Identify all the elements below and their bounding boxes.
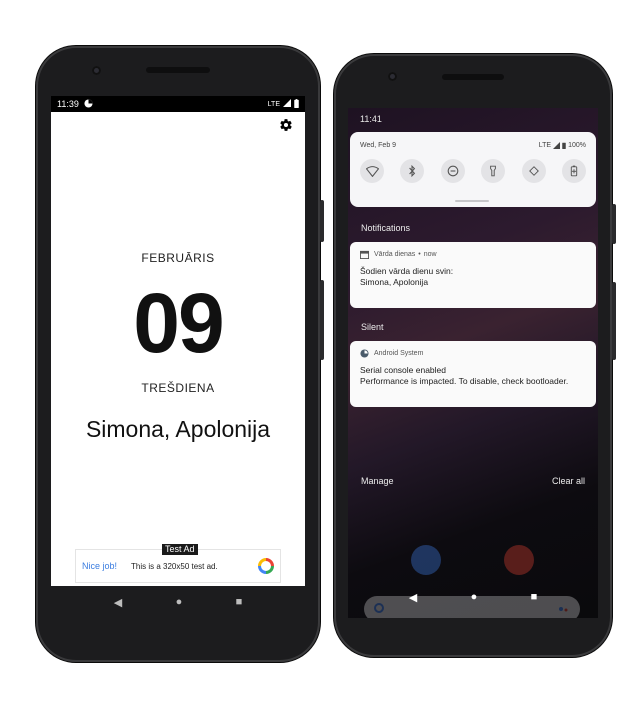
flashlight-tile-icon[interactable] <box>481 159 506 183</box>
status-time: 11:41 <box>360 114 382 124</box>
quick-settings-panel: Wed, Feb 9 LTE 100% <box>350 132 596 207</box>
ad-logo-icon <box>258 558 274 574</box>
notification-actions: Manage Clear all <box>361 476 585 486</box>
notification-time: now <box>423 251 437 258</box>
notification-app-name: Vārda dienas <box>374 251 416 258</box>
power-button <box>612 204 616 244</box>
android-system-icon <box>360 349 369 358</box>
earpiece-speaker <box>442 74 504 80</box>
navigation-bar: ◀ ● ■ <box>51 586 305 618</box>
back-icon[interactable]: ◀ <box>114 596 122 609</box>
messages-app-icon <box>411 545 441 575</box>
notifications-header: Notifications <box>361 223 411 233</box>
do-not-disturb-tile-icon[interactable] <box>440 159 465 183</box>
recents-icon[interactable]: ■ <box>531 591 538 603</box>
home-icon[interactable]: ● <box>471 591 478 603</box>
power-button <box>320 200 324 242</box>
front-camera <box>388 72 397 81</box>
earpiece-speaker <box>146 67 210 73</box>
battery-saver-tile-icon[interactable] <box>561 159 586 183</box>
back-icon[interactable]: ◀ <box>409 591 417 604</box>
bluetooth-tile-icon[interactable] <box>400 159 425 183</box>
ad-nice-job: Nice job! <box>82 561 118 571</box>
battery-icon <box>294 98 299 110</box>
system-notification-title: Serial console enabled <box>360 365 447 375</box>
system-notification[interactable]: Android System Serial console enabled Pe… <box>350 341 596 407</box>
system-app-name: Android System <box>374 350 424 357</box>
weekday-label: TREŠDIENA <box>141 381 215 395</box>
app-notification-icon <box>84 98 93 110</box>
name-day-view: FEBRUĀRIS 09 TREŠDIENA Simona, Apolonija… <box>51 112 305 586</box>
qs-battery-level: 100% <box>568 142 586 149</box>
notification-title: Šodien vārda dienu svin: <box>360 266 454 276</box>
qs-drag-handle[interactable] <box>455 200 489 202</box>
name-day-names: Simona, Apolonija <box>85 416 271 442</box>
status-time: 11:39 <box>57 99 79 109</box>
auto-rotate-tile-icon[interactable] <box>521 159 546 183</box>
qs-signal-icon <box>553 142 561 151</box>
signal-icon <box>283 99 291 109</box>
wifi-tile-icon[interactable] <box>360 159 384 183</box>
month-label: FEBRUĀRIS <box>141 251 215 265</box>
day-number: 09 <box>133 276 224 370</box>
clear-all-button[interactable]: Clear all <box>552 476 585 486</box>
name-day-notification[interactable]: Vārda dienas • now Šodien vārda dienu sv… <box>350 242 596 308</box>
qs-network: LTE <box>538 142 552 149</box>
qs-date: Wed, Feb 9 <box>360 142 397 149</box>
test-ad-tag: Test Ad <box>162 544 198 555</box>
ad-text: This is a 320x50 test ad. <box>131 561 218 571</box>
chrome-app-icon <box>504 545 534 575</box>
volume-button <box>612 282 616 360</box>
home-icon[interactable]: ● <box>176 596 183 608</box>
notification-body: Simona, Apolonija <box>360 277 429 287</box>
calendar-icon <box>360 250 369 259</box>
status-bar: 11:39 LTE <box>51 96 305 112</box>
manage-button[interactable]: Manage <box>361 476 394 486</box>
right-screen: 11:41 Wed, Feb 9 LTE 100% Notifications … <box>348 108 598 618</box>
left-screen: 11:39 LTE FEBRUĀRIS 09 TREŠDIENA Simona,… <box>51 96 305 586</box>
left-phone: 11:39 LTE FEBRUĀRIS 09 TREŠDIENA Simona,… <box>36 46 324 662</box>
recents-icon[interactable]: ■ <box>236 596 243 608</box>
volume-button <box>320 280 324 360</box>
silent-header: Silent <box>361 322 384 332</box>
system-notification-body: Performance is impacted. To disable, che… <box>360 376 569 386</box>
network-label: LTE <box>267 100 280 108</box>
right-phone: 11:41 Wed, Feb 9 LTE 100% Notifications … <box>334 54 616 657</box>
settings-gear-icon[interactable] <box>279 118 297 136</box>
navigation-bar: ◀ ● ■ <box>348 582 598 612</box>
test-ad-banner[interactable]: Test Ad Nice job! This is a 320x50 test … <box>75 544 281 583</box>
front-camera <box>92 66 101 75</box>
qs-battery-icon <box>562 142 566 151</box>
